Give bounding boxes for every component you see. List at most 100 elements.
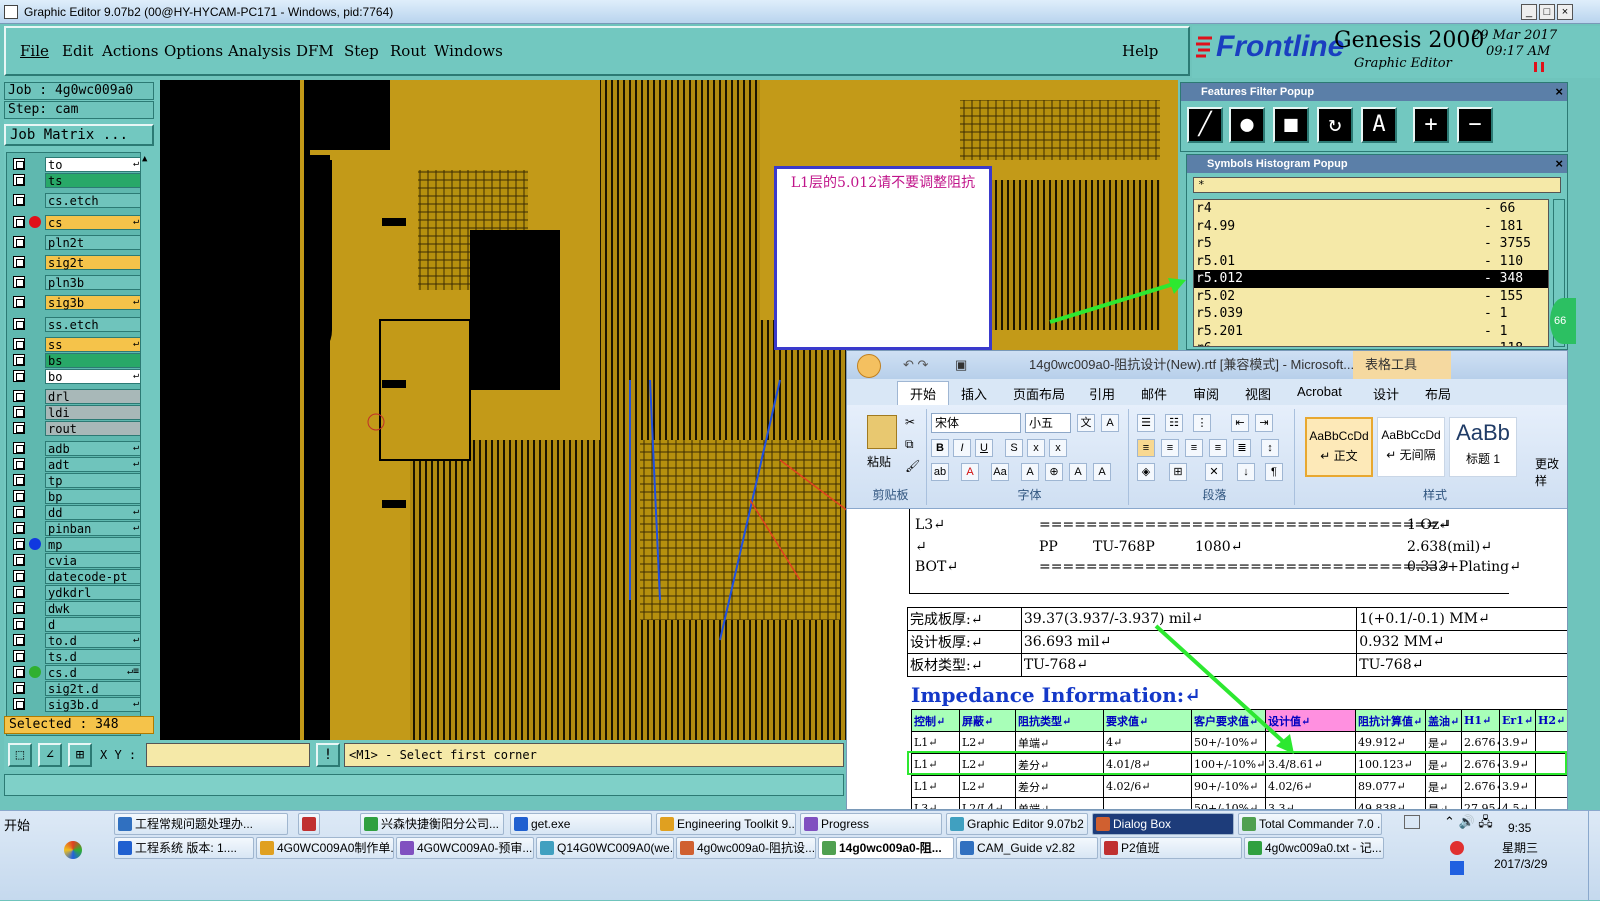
menu-windows[interactable]: Windows <box>434 42 503 60</box>
copy-icon[interactable]: ⧉ <box>905 437 914 452</box>
filter-negative-icon[interactable]: − <box>1457 107 1493 143</box>
style-heading-1[interactable]: AaBb 标题 1 <box>1449 417 1517 477</box>
shrink-font-icon[interactable]: A <box>1093 463 1111 481</box>
taskbar-button[interactable]: P2值班 <box>1100 837 1242 859</box>
layer-checkbox[interactable] <box>13 650 25 662</box>
layer-name[interactable]: sig3b <box>45 295 143 310</box>
highlight-icon[interactable]: ab <box>931 463 949 481</box>
taskbar-button[interactable]: 工程常规问题处理办... <box>114 813 288 835</box>
layer-name[interactable]: sig3b.d <box>45 697 143 712</box>
taskbar-button[interactable] <box>298 813 320 835</box>
phonetic-icon[interactable]: 文 <box>1077 414 1095 432</box>
layer-name[interactable]: adt <box>45 457 143 472</box>
style-normal[interactable]: AaBbCcDd ↵ 正文 <box>1305 417 1373 477</box>
char-border-icon[interactable]: A <box>1101 414 1119 432</box>
layer-name[interactable]: pinban <box>45 521 143 536</box>
filter-text-icon[interactable]: A <box>1361 107 1397 143</box>
layer-name[interactable]: ts.d <box>45 649 143 664</box>
undo-icon[interactable]: ↶ ↷ <box>903 351 928 379</box>
layer-row-dwk[interactable]: dwk <box>9 601 143 616</box>
taskbar-button[interactable]: Engineering Toolkit 9.... <box>656 813 796 835</box>
align-center-icon[interactable]: ≡ <box>1161 439 1179 457</box>
tab-view[interactable]: 视图 <box>1245 384 1271 403</box>
symbol-row[interactable]: r5.02 - 155 <box>1194 288 1548 306</box>
layer-name[interactable]: dwk <box>45 601 143 616</box>
layer-checkbox[interactable] <box>13 474 25 486</box>
xy-input[interactable] <box>146 743 310 767</box>
layer-name[interactable]: dd <box>45 505 143 520</box>
scroll-up-icon[interactable]: ▲ <box>142 154 147 164</box>
increase-indent-icon[interactable]: ⇥ <box>1255 414 1273 432</box>
layer-row-sig3b-d[interactable]: sig3b.d ↵ <box>9 697 143 712</box>
layer-checkbox[interactable] <box>13 338 25 350</box>
layer-row-pln2t[interactable]: pln2t <box>9 235 143 250</box>
tab-insert[interactable]: 插入 <box>961 384 987 403</box>
layer-row-drl[interactable]: drl <box>9 389 143 404</box>
cut-icon[interactable]: ✂ <box>905 415 915 429</box>
start-button[interactable]: 开始 <box>4 815 30 834</box>
layer-checkbox[interactable] <box>13 276 25 288</box>
sort-icon[interactable]: ↓ <box>1237 463 1255 481</box>
align-right-icon[interactable]: ≡ <box>1185 439 1203 457</box>
zoom-area-icon[interactable]: ⬚ <box>8 743 32 767</box>
show-marks-icon[interactable]: ¶ <box>1265 463 1283 481</box>
menu-edit[interactable]: Edit <box>62 42 93 60</box>
layer-checkbox[interactable] <box>13 256 25 268</box>
taskbar-button[interactable]: Progress <box>800 813 942 835</box>
symbol-row[interactable]: r6 - 118 <box>1194 340 1548 346</box>
taskbar-button[interactable]: Graphic Editor 9.07b2 ... <box>946 813 1088 835</box>
taskbar-button[interactable]: 工程系统 版本: 1.... <box>114 837 254 859</box>
layer-row-ldi[interactable]: ldi <box>9 405 143 420</box>
paste-icon[interactable] <box>867 415 897 449</box>
char-shading-icon[interactable]: A <box>1021 463 1039 481</box>
layer-row-cs[interactable]: cs ↵ <box>9 215 143 230</box>
taskbar-button[interactable]: Dialog Box <box>1092 813 1234 835</box>
change-case-icon[interactable]: Aa <box>991 463 1009 481</box>
layer-checkbox[interactable] <box>13 216 25 228</box>
layer-row-to[interactable]: to ↵ <box>9 157 143 172</box>
taskbar-button[interactable]: 14g0wc009a0-阻... <box>818 837 954 859</box>
layer-row-cs-d[interactable]: cs.d ↵≡ <box>9 665 143 680</box>
align-left-icon[interactable]: ≡ <box>1137 439 1155 457</box>
borders-icon[interactable]: ⊞ <box>1169 463 1187 481</box>
layer-checkbox[interactable] <box>13 296 25 308</box>
maximize-button[interactable]: □ <box>1539 4 1555 20</box>
menu-dfm[interactable]: DFM <box>296 42 334 60</box>
layer-row-tp[interactable]: tp <box>9 473 143 488</box>
layer-name[interactable]: tp <box>45 473 143 488</box>
tab-design[interactable]: 设计 <box>1373 384 1399 403</box>
italic-button[interactable]: I <box>953 439 971 457</box>
layer-row-sig2t-d[interactable]: sig2t.d <box>9 681 143 696</box>
decrease-indent-icon[interactable]: ⇤ <box>1231 414 1249 432</box>
font-color-icon[interactable]: A <box>961 463 979 481</box>
menu-help[interactable]: Help <box>1122 42 1158 60</box>
symbol-row[interactable]: r5.01 - 110 <box>1194 253 1548 271</box>
layer-name[interactable]: drl <box>45 389 143 404</box>
layer-row-ts[interactable]: ts <box>9 173 143 188</box>
filter-arc-icon[interactable]: ↻ <box>1317 107 1353 143</box>
layer-row-bp[interactable]: bp <box>9 489 143 504</box>
symbol-row[interactable]: r5.039 - 1 <box>1194 305 1548 323</box>
bold-button[interactable]: B <box>931 439 949 457</box>
layer-checkbox[interactable] <box>13 522 25 534</box>
taskbar-button[interactable]: Q14G0WC009A0(we... <box>536 837 674 859</box>
layer-name[interactable]: cvia <box>45 553 143 568</box>
layer-checkbox[interactable] <box>13 442 25 454</box>
layer-row-to-d[interactable]: to.d ↵ <box>9 633 143 648</box>
layer-name[interactable]: ldi <box>45 405 143 420</box>
layer-row-cvia[interactable]: cvia <box>9 553 143 568</box>
superscript-button[interactable]: x <box>1049 439 1067 457</box>
grid-icon[interactable]: ⊞ <box>68 743 92 767</box>
layer-name[interactable]: bp <box>45 489 143 504</box>
layer-row-bs[interactable]: bs <box>9 353 143 368</box>
bullets-icon[interactable]: ☰ <box>1137 414 1155 432</box>
layer-checkbox[interactable] <box>13 236 25 248</box>
layer-row-ts-d[interactable]: ts.d <box>9 649 143 664</box>
layer-name[interactable]: pln2t <box>45 235 143 250</box>
symbol-row[interactable]: r5.201 - 1 <box>1194 323 1548 341</box>
tray-icons[interactable]: ⌃ 🔊 🖧 <box>1444 813 1493 835</box>
symbols-histogram-close-button[interactable]: × <box>1555 155 1563 173</box>
impedance-row[interactable]: L1↵ L2↵ 差分↵ 4.02/6↵ 90+/-10%↵ 4.02/6↵ 89.077↵ 是… <box>911 775 1567 798</box>
symbol-row[interactable]: r5 - 3755 <box>1194 235 1548 253</box>
tab-layout[interactable]: 布局 <box>1425 384 1451 403</box>
